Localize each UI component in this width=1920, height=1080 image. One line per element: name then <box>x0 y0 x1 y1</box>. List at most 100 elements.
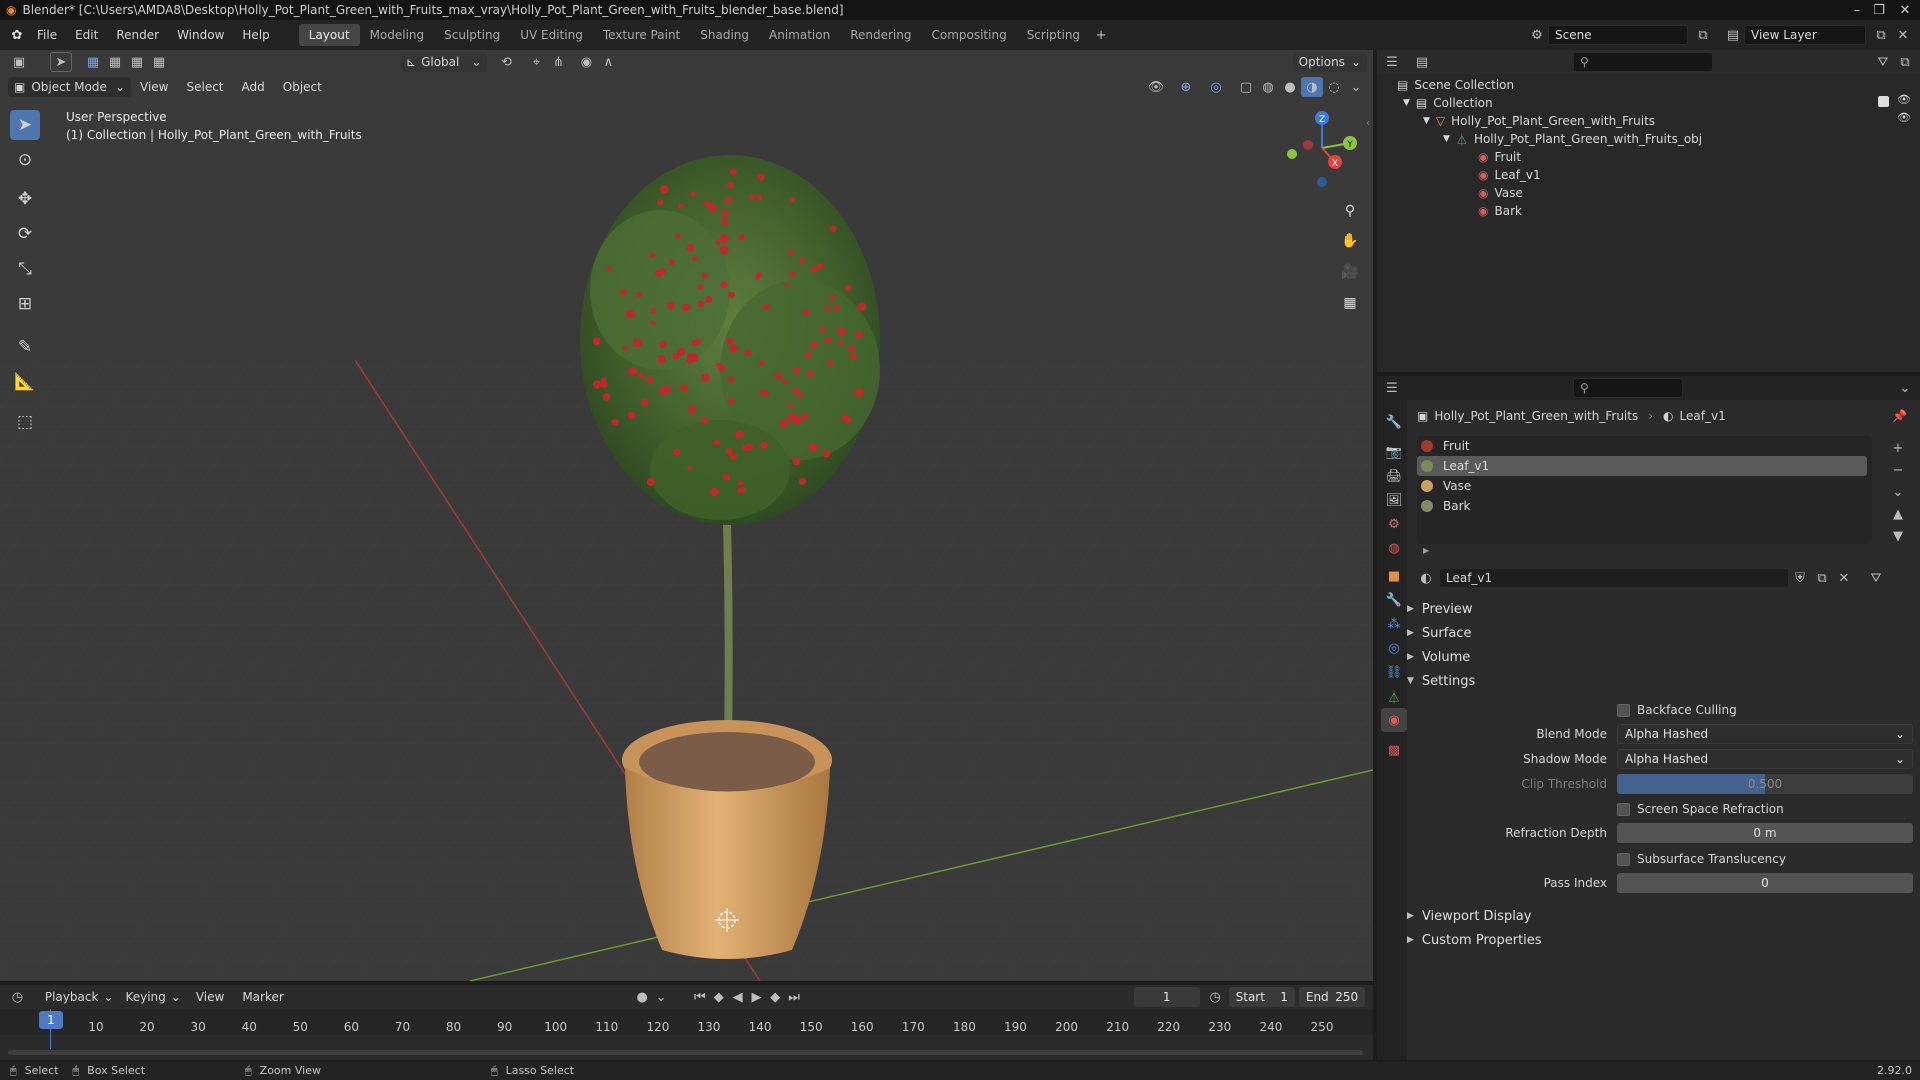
tab-layout[interactable]: Layout <box>298 24 360 46</box>
falloff-icon[interactable]: ∧ <box>597 52 619 72</box>
physics-tab-icon[interactable]: ◎ <box>1381 636 1407 660</box>
unlink-material-icon[interactable]: ✕ <box>1833 568 1855 588</box>
menu-help[interactable]: Help <box>233 23 278 47</box>
blender-menu-icon[interactable]: ✿ <box>6 25 28 45</box>
annotate-tool-icon[interactable]: ✎ <box>10 332 40 362</box>
browse-material-icon[interactable]: ◐ <box>1415 568 1437 588</box>
material-slot-row[interactable]: Leaf_v1 <box>1417 456 1867 476</box>
viewport-menu-object[interactable]: Object <box>274 75 331 99</box>
texture-tab-icon[interactable]: ▩ <box>1381 738 1407 762</box>
gizmo-toggle-icon[interactable]: ⊕ <box>1175 77 1197 97</box>
editor-type-icon[interactable]: ▣ <box>8 52 30 72</box>
prev-keyframe-icon[interactable]: ◆ <box>709 987 728 1007</box>
select-box-tool-icon[interactable]: ➤ <box>10 110 40 140</box>
collection-checkbox-icon[interactable] <box>1878 96 1889 107</box>
outliner-row-material[interactable]: ◉ Bark <box>1478 202 1522 220</box>
rotate-tool-icon[interactable]: ⟳ <box>10 219 40 249</box>
mode-dropdown[interactable]: ▣ Object Mode ⌄ <box>8 77 131 97</box>
remove-view-layer-icon[interactable]: ✕ <box>1892 25 1914 45</box>
viewport-menu-add[interactable]: Add <box>233 75 274 99</box>
outliner-row-collection[interactable]: ▼ ▤ Collection <box>1403 94 1493 112</box>
jump-start-icon[interactable]: ⏮ <box>690 987 709 1007</box>
properties-options-icon[interactable]: ⌄ <box>1894 378 1916 398</box>
visibility-icon[interactable]: 👁 <box>1145 77 1167 97</box>
screen-space-refraction-checkbox[interactable]: Screen Space Refraction <box>1617 797 1784 821</box>
playback-menu[interactable]: Playback ⌄ <box>39 987 120 1007</box>
zoom-view-icon[interactable]: ⚲ <box>1337 198 1363 224</box>
ortho-toggle-icon[interactable]: ▦ <box>1337 290 1363 316</box>
pivot-point-icon[interactable]: ⟲ <box>495 52 517 72</box>
snap-target-icon[interactable]: ⋔ <box>547 52 569 72</box>
transform-orientation-dropdown[interactable]: ⊾ Global ⌄ <box>400 52 488 72</box>
render-tab-icon[interactable]: 📷 <box>1381 440 1407 464</box>
material-name-field[interactable]: Leaf_v1 <box>1439 568 1789 588</box>
menu-window[interactable]: Window <box>168 23 233 47</box>
tab-shading[interactable]: Shading <box>690 24 759 46</box>
timeline-editor-type-icon[interactable]: ◷ <box>8 987 27 1007</box>
select-mode-subtract-icon[interactable]: ▦ <box>126 52 148 72</box>
maximize-icon[interactable]: ❐ <box>1868 1 1890 19</box>
measure-tool-icon[interactable]: 📐 <box>10 367 40 397</box>
auto-keying-icon[interactable]: ● <box>633 987 652 1007</box>
select-mode-new-icon[interactable]: ▦ <box>82 52 104 72</box>
tab-animation[interactable]: Animation <box>759 24 840 46</box>
subsurface-translucency-checkbox[interactable]: Subsurface Translucency <box>1617 847 1786 871</box>
rendered-shading-icon[interactable]: ◌ <box>1323 77 1345 97</box>
minimize-icon[interactable]: – <box>1846 1 1868 19</box>
jump-end-icon[interactable]: ⏭ <box>785 987 804 1007</box>
properties-editor-type-icon[interactable]: ☰ <box>1381 378 1403 398</box>
snap-icon[interactable]: ⌖ <box>525 52 547 72</box>
next-keyframe-icon[interactable]: ◆ <box>766 987 785 1007</box>
object-tab-icon[interactable]: ■ <box>1381 564 1407 588</box>
tab-modeling[interactable]: Modeling <box>360 24 435 46</box>
checkbox[interactable] <box>1617 852 1630 866</box>
material-tab-icon[interactable]: ◉ <box>1381 708 1407 732</box>
move-slot-down-icon[interactable]: ▼ <box>1887 526 1909 546</box>
move-slot-up-icon[interactable]: ▲ <box>1887 504 1909 524</box>
section-volume[interactable]: ▶ Volume <box>1407 645 1907 669</box>
shadow-mode-dropdown[interactable]: Alpha Hashed ⌄ <box>1617 749 1913 769</box>
cursor-tool-icon[interactable]: ⊙ <box>10 145 40 175</box>
outliner-row-material[interactable]: ◉ Leaf_v1 <box>1478 166 1541 184</box>
backface-culling-checkbox[interactable]: Backface Culling <box>1617 698 1737 722</box>
tab-sculpting[interactable]: Sculpting <box>434 24 510 46</box>
outliner-row-mesh[interactable]: ▼ ⏃ Holly_Pot_Plant_Green_with_Fruits_obj <box>1443 130 1702 148</box>
proportional-edit-icon[interactable]: ◉ <box>575 52 597 72</box>
output-tab-icon[interactable]: 🖨 <box>1381 464 1407 488</box>
menu-render[interactable]: Render <box>107 23 168 47</box>
section-custom-properties[interactable]: ▶ Custom Properties <box>1407 928 1907 952</box>
overlay-toggle-icon[interactable]: ◎ <box>1205 77 1227 97</box>
scene-icon[interactable]: ⚙ <box>1526 25 1548 45</box>
section-viewport-display[interactable]: ▶ Viewport Display <box>1407 904 1907 928</box>
slot-specials-icon[interactable]: ⌄ <box>1887 482 1909 502</box>
pass-index-field[interactable]: 0 <box>1617 873 1913 893</box>
keying-menu[interactable]: Keying ⌄ <box>119 987 186 1007</box>
shading-options-icon[interactable]: ⌄ <box>1345 77 1367 97</box>
outliner-row-object[interactable]: ▼ ▽ Holly_Pot_Plant_Green_with_Fruits <box>1423 112 1655 130</box>
new-collection-icon[interactable]: ⧉ <box>1894 52 1916 72</box>
new-scene-icon[interactable]: ⧉ <box>1692 25 1714 45</box>
checkbox[interactable] <box>1617 802 1630 816</box>
fake-user-icon[interactable]: ⛨ <box>1789 568 1811 588</box>
current-frame-field[interactable]: 1 <box>1133 987 1200 1007</box>
particles-tab-icon[interactable]: ⁂ <box>1381 612 1407 636</box>
scene-field[interactable]: Scene <box>1548 25 1688 45</box>
expand-list-icon[interactable]: ▶ <box>1423 546 1429 555</box>
pin-icon[interactable]: 📌 <box>1892 409 1907 423</box>
options-dropdown[interactable]: Options ⌄ <box>1292 52 1367 72</box>
navigation-gizmo[interactable]: Z Y X <box>1270 106 1360 196</box>
display-mode-icon[interactable]: ▤ <box>1411 52 1433 72</box>
3d-viewport[interactable]: ▣ ➤ ▦ ▦ ▦ ▦ ⊾ Global ⌄ ⟲ ⌖ ⋔ ◉ ∧ Options ⌄ … <box>0 50 1373 981</box>
view-layer-tab-icon[interactable]: 🖼 <box>1381 488 1407 512</box>
material-slot-row[interactable]: Bark <box>1417 496 1867 516</box>
checkbox[interactable] <box>1617 703 1630 717</box>
add-slot-icon[interactable]: + <box>1887 438 1909 458</box>
tab-uv-editing[interactable]: UV Editing <box>510 24 593 46</box>
viewport-menu-select[interactable]: Select <box>177 75 232 99</box>
tab-scripting[interactable]: Scripting <box>1017 24 1090 46</box>
transform-tool-icon[interactable]: ⊞ <box>10 289 40 319</box>
timeline-scrollbar[interactable] <box>8 1050 1363 1055</box>
view-layer-icon[interactable]: ▤ <box>1722 25 1744 45</box>
new-view-layer-icon[interactable]: ⧉ <box>1870 25 1892 45</box>
outliner-row-material[interactable]: ◉ Fruit <box>1478 148 1521 166</box>
